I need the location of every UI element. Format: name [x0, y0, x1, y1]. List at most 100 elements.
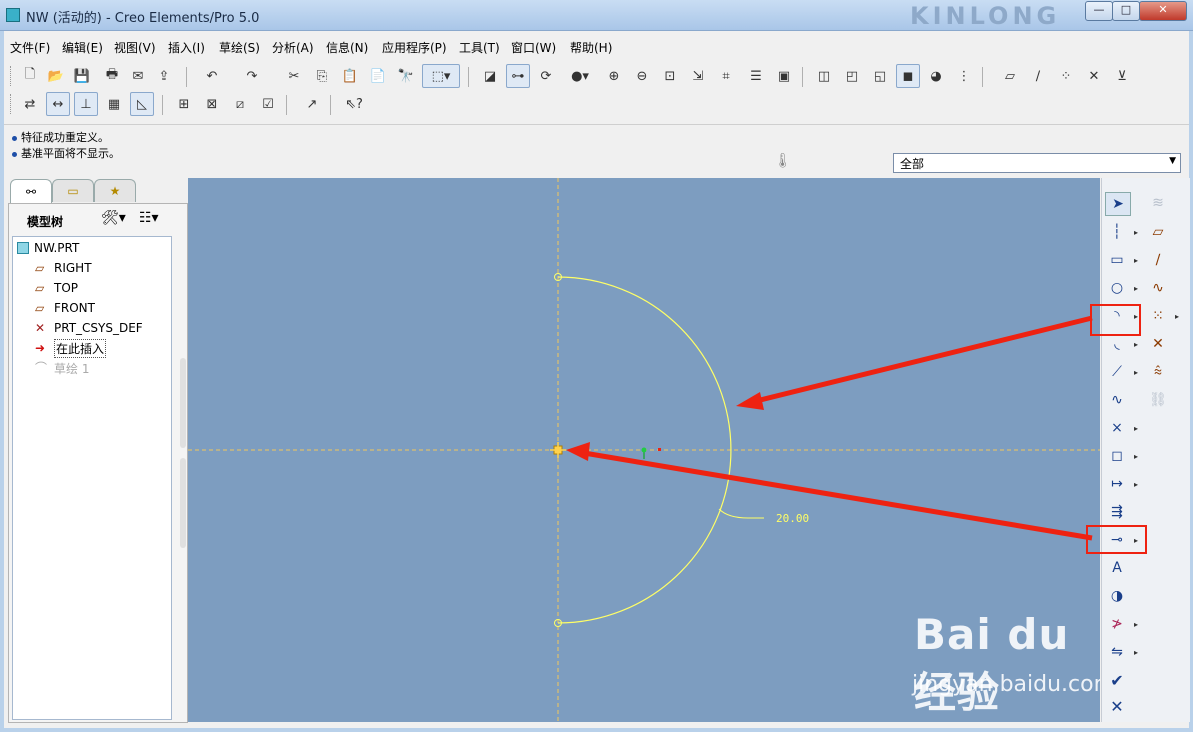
use-edge-icon[interactable]: ◻ — [1105, 445, 1129, 467]
display-vertices-icon[interactable]: ◺ — [130, 92, 154, 116]
context-help-icon[interactable]: ⇖? — [342, 92, 366, 116]
flyout-arrow-icon[interactable]: ▸ — [1134, 284, 1138, 293]
send-icon[interactable]: ⇪ — [152, 64, 176, 88]
close-button[interactable]: ✕ — [1139, 1, 1187, 21]
tree-node-right[interactable]: ▱ RIGHT — [35, 259, 92, 277]
overlap-geometry-icon[interactable]: ⧄ — [228, 92, 252, 116]
panel-splitter-handle[interactable] — [180, 458, 186, 548]
layers-icon[interactable]: ☰ — [744, 64, 768, 88]
show-menu-icon[interactable]: ☷▾ — [139, 210, 159, 226]
circle-icon[interactable]: ○ — [1105, 277, 1129, 299]
hidden-line-icon[interactable]: ◰ — [840, 64, 864, 88]
tree-node-sketch[interactable]: ⌒ 草绘 1 — [35, 359, 89, 377]
spline-curve-icon[interactable]: ∿ — [1105, 389, 1129, 411]
undo-icon[interactable]: ↶ — [200, 64, 224, 88]
shading-icon[interactable]: ◼ — [896, 64, 920, 88]
panel-splitter-handle[interactable] — [180, 358, 186, 448]
checkmark-icon[interactable]: ✔ — [1105, 669, 1129, 691]
no-hidden-icon[interactable]: ◱ — [868, 64, 892, 88]
paste-special-icon[interactable]: 📄 — [366, 64, 390, 88]
flyout-arrow-icon[interactable]: ▸ — [1134, 480, 1138, 489]
spin-center-icon[interactable]: ⊶ — [506, 64, 530, 88]
flyout-arrow-icon[interactable]: ▸ — [1134, 228, 1138, 237]
display-dimensions-icon[interactable]: ↔ — [46, 92, 70, 116]
spline-icon[interactable]: ≋ — [1146, 192, 1170, 214]
fillet-icon[interactable]: ◟ — [1105, 333, 1129, 355]
view-manager-icon[interactable]: ▣ — [772, 64, 796, 88]
menu-sketch[interactable]: 草绘(S) — [219, 39, 260, 56]
enhanced-realism-icon[interactable]: ◕ — [924, 64, 948, 88]
appearance-icon[interactable]: ●▾ — [562, 64, 598, 88]
minimize-button[interactable]: — — [1085, 1, 1113, 21]
maximize-button[interactable]: □ — [1112, 1, 1140, 21]
tree-node-insert-here[interactable]: ➜ 在此插入 — [35, 338, 107, 358]
sketch-orient-icon[interactable]: ⇄ — [18, 92, 42, 116]
annotation-display-icon[interactable]: ⊻ — [1110, 64, 1134, 88]
tab-folder-browser[interactable]: ▭ — [52, 179, 94, 202]
feature-requirements-icon[interactable]: ☑ — [256, 92, 280, 116]
modify-icon[interactable]: ⇶ — [1105, 501, 1129, 523]
datum-axis-display-icon[interactable]: ∕ — [1026, 64, 1050, 88]
cut-icon[interactable]: ✂ — [282, 64, 306, 88]
csys-display-icon[interactable]: ✕ — [1082, 64, 1106, 88]
point-icon[interactable]: × — [1105, 417, 1129, 439]
email-icon[interactable]: ✉ — [126, 64, 150, 88]
settings-icon[interactable]: 🛠▾ — [101, 210, 126, 226]
flyout-arrow-icon[interactable]: ▸ — [1134, 648, 1138, 657]
find-icon[interactable]: 🔭 — [394, 64, 418, 88]
orient-mode-icon[interactable]: ⟳ — [534, 64, 558, 88]
tree-node-csys[interactable]: ✕ PRT_CSYS_DEF — [35, 319, 143, 337]
text-icon[interactable]: A — [1105, 557, 1129, 579]
chain-link-icon[interactable]: ⛓ — [1146, 389, 1170, 411]
point-display-icon[interactable]: ⁘ — [1054, 64, 1078, 88]
flyout-arrow-icon[interactable]: ▸ — [1134, 368, 1138, 377]
menu-info[interactable]: 信息(N) — [326, 39, 368, 56]
reorient-icon[interactable]: ⇲ — [686, 64, 710, 88]
graphics-window[interactable]: 20.00 Bai du 经验 jingyan.baidu.com — [188, 178, 1100, 722]
display-constraints-icon[interactable]: ⊥ — [74, 92, 98, 116]
flyout-arrow-icon[interactable]: ▸ — [1134, 340, 1138, 349]
highlight-open-icon[interactable]: ⊠ — [200, 92, 224, 116]
flyout-arrow-icon[interactable]: ▸ — [1134, 256, 1138, 265]
refit-icon[interactable]: ⊡ — [658, 64, 682, 88]
menu-analysis[interactable]: 分析(A) — [272, 39, 314, 56]
filter-dropdown[interactable]: 全部 ▼ — [893, 153, 1181, 173]
tab-model-tree[interactable]: ⚯ — [10, 179, 52, 204]
print-icon[interactable]: 🖶 — [100, 64, 124, 88]
menu-window[interactable]: 窗口(W) — [511, 39, 556, 56]
menu-edit[interactable]: 编辑(E) — [62, 39, 103, 56]
datum-axis-icon[interactable]: ∕ — [1146, 249, 1170, 271]
centerline-icon[interactable]: ┆ — [1105, 221, 1129, 243]
chamfer-icon[interactable]: ⟋ — [1105, 361, 1129, 383]
datum-plane-display-icon[interactable]: ▱ — [998, 64, 1022, 88]
model-tree-toggle-icon[interactable]: ⋮ — [952, 64, 976, 88]
tree-node-part[interactable]: NW.PRT — [17, 239, 79, 257]
paste-icon[interactable]: 📋 — [338, 64, 362, 88]
menu-applications[interactable]: 应用程序(P) — [382, 39, 447, 56]
select-box-icon[interactable]: ⬚▾ — [422, 64, 460, 88]
rectangle-icon[interactable]: ▭ — [1105, 249, 1129, 271]
new-file-icon[interactable]: 🗋 — [18, 64, 42, 88]
zoom-in-icon[interactable]: ⊕ — [602, 64, 626, 88]
flyout-arrow-icon[interactable]: ▸ — [1134, 620, 1138, 629]
tree-node-front[interactable]: ▱ FRONT — [35, 299, 95, 317]
csys-icon[interactable]: ✕ — [1146, 333, 1170, 355]
select-arrow-icon[interactable]: ➤ — [1105, 192, 1131, 216]
flyout-arrow-icon[interactable]: ▸ — [1134, 452, 1138, 461]
cancel-icon[interactable]: ✕ — [1105, 695, 1129, 717]
analysis-feature-icon[interactable]: ⩯ — [1146, 361, 1170, 383]
datum-plane-icon[interactable]: ▱ — [1146, 221, 1170, 243]
redraw-icon[interactable]: ◪ — [478, 64, 502, 88]
datum-curve-icon[interactable]: ∿ — [1146, 277, 1170, 299]
menu-file[interactable]: 文件(F) — [10, 39, 50, 56]
saved-views-icon[interactable]: ⌗ — [714, 64, 738, 88]
copy-icon[interactable]: ⎘ — [310, 64, 334, 88]
zoom-out-icon[interactable]: ⊖ — [630, 64, 654, 88]
open-file-icon[interactable]: 📂 — [44, 64, 68, 88]
menu-tools[interactable]: 工具(T) — [459, 39, 500, 56]
thermometer-icon[interactable]: 🌡 — [774, 153, 792, 169]
flyout-arrow-icon[interactable]: ▸ — [1134, 424, 1138, 433]
sketch-analysis-icon[interactable]: ↗ — [300, 92, 324, 116]
menu-insert[interactable]: 插入(I) — [168, 39, 205, 56]
tab-favorites[interactable]: ★ — [94, 179, 136, 202]
